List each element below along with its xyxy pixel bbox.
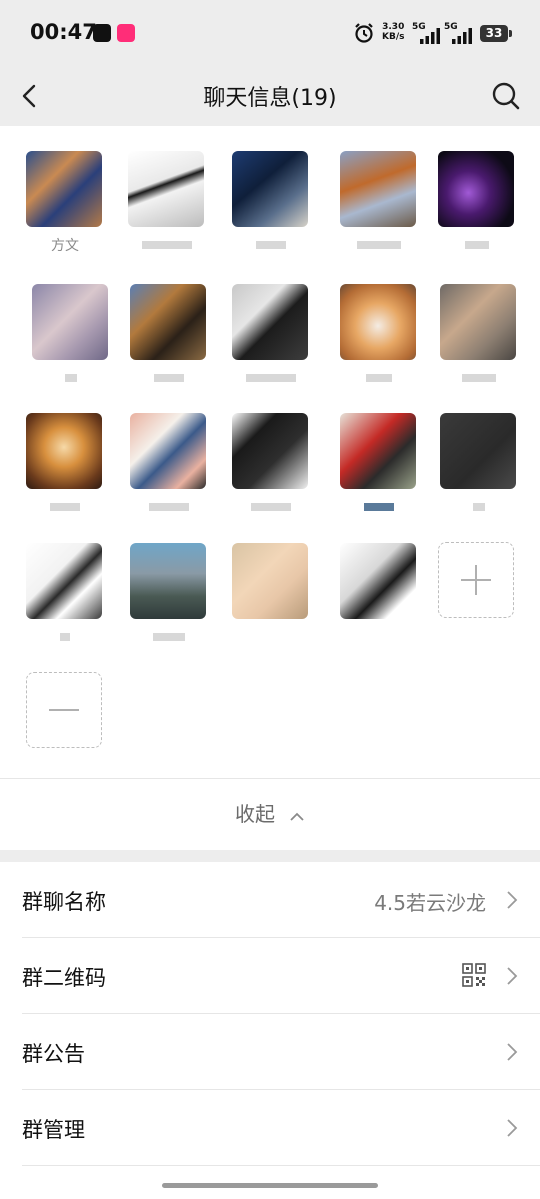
member-name bbox=[232, 497, 310, 515]
member-avatar[interactable] bbox=[32, 284, 108, 360]
member-item[interactable] bbox=[340, 413, 418, 515]
member-name bbox=[128, 235, 206, 253]
signal-bars-icon bbox=[452, 28, 472, 44]
add-member-button[interactable] bbox=[438, 542, 514, 618]
member-name bbox=[232, 235, 310, 253]
member-avatar[interactable] bbox=[340, 413, 416, 489]
member-item[interactable] bbox=[438, 151, 516, 253]
group-name-label: 群聊名称 bbox=[22, 890, 106, 914]
member-avatar[interactable] bbox=[438, 151, 514, 227]
member-name bbox=[440, 368, 518, 386]
group-name-row[interactable]: 群聊名称 4.5若云沙龙 bbox=[22, 862, 540, 938]
member-item[interactable] bbox=[340, 151, 418, 253]
member-item[interactable] bbox=[340, 543, 418, 645]
search-button[interactable] bbox=[486, 76, 526, 116]
member-name bbox=[438, 235, 516, 253]
net-speed-value: 3.30 bbox=[382, 22, 405, 32]
collapse-label: 收起 bbox=[235, 802, 275, 826]
status-time: 00:47 bbox=[30, 20, 97, 44]
member-name bbox=[26, 497, 104, 515]
member-item[interactable] bbox=[440, 413, 518, 515]
member-item[interactable]: 方文 bbox=[26, 151, 104, 254]
group-qr-row[interactable]: 群二维码 bbox=[22, 938, 540, 1014]
title-bar: 聊天信息(19) bbox=[0, 66, 540, 126]
capcut-app-icon bbox=[93, 24, 111, 42]
group-name-value: 4.5若云沙龙 bbox=[374, 891, 486, 915]
group-manage-label: 群管理 bbox=[22, 1118, 85, 1142]
page-title: 聊天信息(19) bbox=[203, 86, 337, 111]
member-avatar[interactable] bbox=[440, 284, 516, 360]
member-avatar[interactable] bbox=[340, 543, 416, 619]
signal-bars-icon bbox=[420, 28, 440, 44]
chevron-right-icon bbox=[507, 1043, 518, 1061]
chevron-up-icon bbox=[290, 812, 304, 821]
member-avatar[interactable] bbox=[130, 543, 206, 619]
member-item[interactable] bbox=[32, 284, 110, 386]
member-avatar[interactable] bbox=[128, 151, 204, 227]
member-item[interactable] bbox=[232, 543, 310, 645]
remove-member-button[interactable] bbox=[26, 672, 102, 748]
member-name bbox=[32, 368, 110, 386]
home-indicator[interactable] bbox=[162, 1183, 378, 1188]
member-name: 方文 bbox=[51, 238, 79, 254]
member-name bbox=[130, 497, 208, 515]
member-item[interactable] bbox=[232, 284, 310, 386]
member-item[interactable] bbox=[130, 284, 208, 386]
member-avatar[interactable] bbox=[340, 284, 416, 360]
member-avatar[interactable] bbox=[232, 413, 308, 489]
section-gap bbox=[0, 850, 540, 862]
chevron-right-icon bbox=[507, 891, 518, 909]
member-item[interactable] bbox=[440, 284, 518, 386]
member-avatar[interactable] bbox=[26, 543, 102, 619]
member-name bbox=[232, 368, 310, 386]
member-item[interactable] bbox=[128, 151, 206, 253]
group-manage-row[interactable]: 群管理 bbox=[22, 1090, 540, 1166]
member-item[interactable] bbox=[130, 413, 208, 515]
group-announcement-label: 群公告 bbox=[22, 1042, 85, 1066]
alarm-icon bbox=[355, 23, 373, 43]
member-item[interactable] bbox=[130, 543, 208, 645]
member-name bbox=[340, 627, 418, 645]
member-name bbox=[440, 497, 518, 515]
chevron-right-icon bbox=[507, 1119, 518, 1137]
battery-indicator: 33 bbox=[480, 25, 512, 42]
member-item[interactable] bbox=[232, 413, 310, 515]
group-announcement-row[interactable]: 群公告 bbox=[22, 1014, 540, 1090]
member-item[interactable] bbox=[232, 151, 310, 253]
member-avatar[interactable] bbox=[232, 151, 308, 227]
member-avatar[interactable] bbox=[340, 151, 416, 227]
chevron-right-icon bbox=[507, 967, 518, 985]
member-avatar[interactable] bbox=[130, 413, 206, 489]
member-name bbox=[340, 497, 418, 515]
net-speed-unit: KB/s bbox=[382, 32, 405, 42]
minus-icon bbox=[49, 709, 79, 711]
collapse-button[interactable]: 收起 bbox=[0, 779, 540, 850]
member-name bbox=[340, 235, 418, 253]
group-qr-label: 群二维码 bbox=[22, 966, 106, 990]
notification-app-icon bbox=[117, 24, 135, 42]
member-item[interactable] bbox=[26, 413, 104, 515]
member-item[interactable] bbox=[26, 543, 104, 645]
member-avatar[interactable] bbox=[232, 284, 308, 360]
member-avatar[interactable] bbox=[26, 413, 102, 489]
member-name bbox=[340, 368, 418, 386]
member-name bbox=[232, 627, 310, 645]
status-bar: 00:47 3.30 KB/s 5G 5G 33 bbox=[0, 0, 540, 66]
member-avatar[interactable] bbox=[440, 413, 516, 489]
member-avatar[interactable] bbox=[26, 151, 102, 227]
qr-code-icon bbox=[462, 963, 486, 987]
member-item[interactable] bbox=[340, 284, 418, 386]
members-grid: 方文 bbox=[0, 126, 540, 778]
member-avatar[interactable] bbox=[130, 284, 206, 360]
network-speed: 3.30 KB/s bbox=[382, 22, 404, 42]
settings-list: 群聊名称 4.5若云沙龙 群二维码 群公告 群管理 bbox=[0, 862, 540, 1166]
member-name bbox=[130, 368, 208, 386]
member-name bbox=[130, 627, 208, 645]
member-name bbox=[26, 627, 104, 645]
plus-icon bbox=[461, 565, 491, 595]
member-avatar[interactable] bbox=[232, 543, 308, 619]
